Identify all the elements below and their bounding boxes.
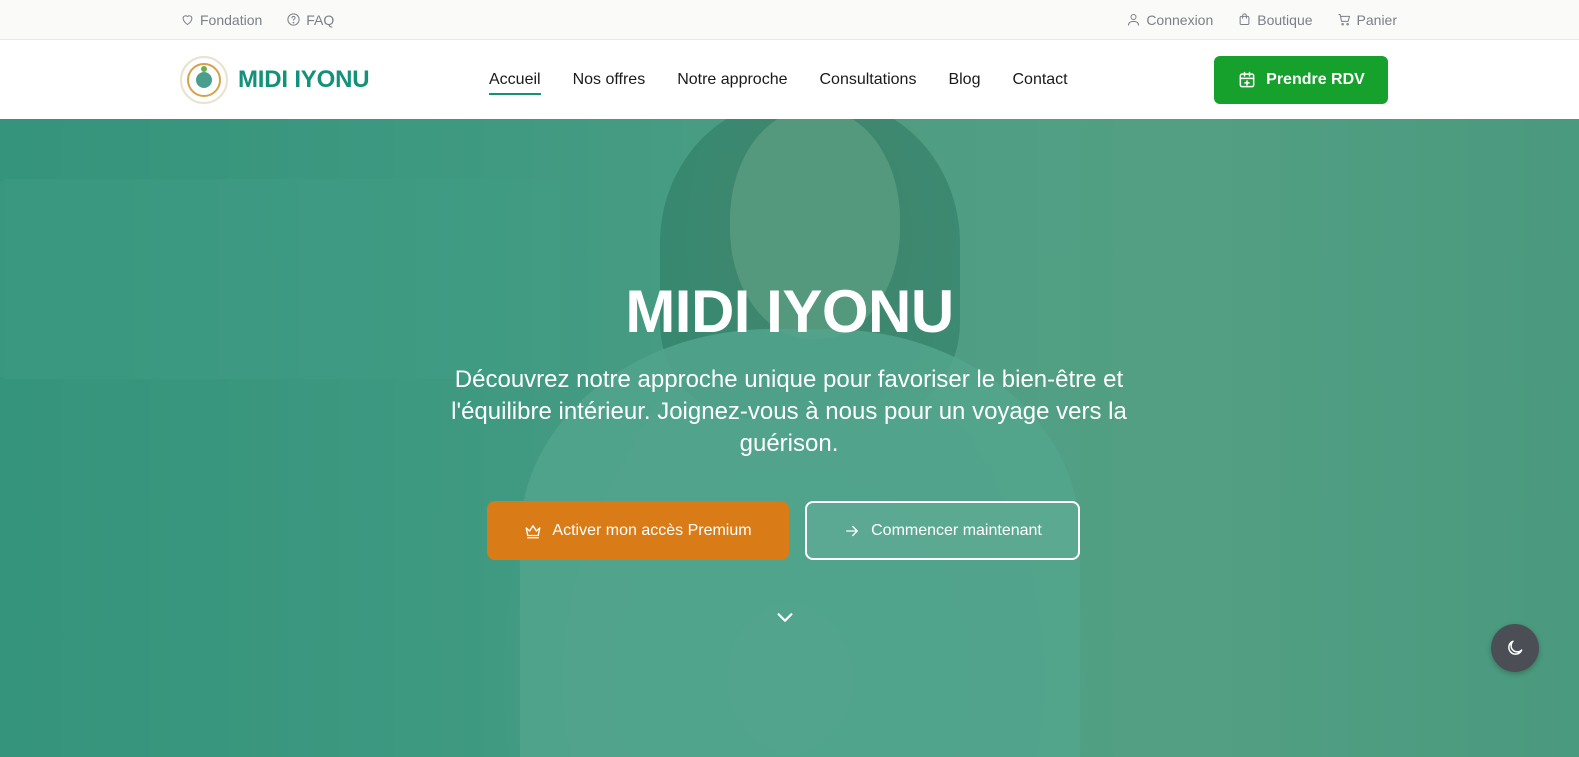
nav-item-nos-offres[interactable]: Nos offres <box>573 67 646 93</box>
nav-item-accueil[interactable]: Accueil <box>489 67 541 95</box>
logo-core <box>196 72 212 88</box>
top-utility-bar: Fondation FAQ Connexion Boutique Panier <box>0 0 1579 40</box>
panier-label: Panier <box>1356 11 1397 28</box>
brand-name: MIDI IYONU <box>238 66 370 93</box>
nav-item-blog[interactable]: Blog <box>948 67 980 93</box>
dark-mode-toggle[interactable] <box>1491 624 1539 672</box>
brand-home-link[interactable]: MIDI IYONU <box>180 55 370 105</box>
nav-item-contact[interactable]: Contact <box>1012 67 1067 93</box>
logo-leaf <box>201 66 207 72</box>
activate-premium-button[interactable]: Activer mon accès Premium <box>487 501 789 560</box>
hero-subtitle: Découvrez notre approche unique pour fav… <box>451 366 1127 457</box>
fondation-link[interactable]: Fondation <box>180 12 262 28</box>
faq-link[interactable]: FAQ <box>286 12 334 28</box>
help-circle-icon <box>287 13 300 26</box>
top-right-links: Connexion Boutique Panier <box>1126 12 1397 28</box>
activate-premium-label: Activer mon accès Premium <box>552 521 752 539</box>
start-now-button[interactable]: Commencer maintenant <box>805 501 1080 560</box>
arrow-right-icon <box>846 525 859 536</box>
moon-icon <box>1508 640 1523 655</box>
crown-icon <box>525 524 541 538</box>
nav-item-notre-approche[interactable]: Notre approche <box>677 67 787 93</box>
nav-item-consultations[interactable]: Consultations <box>820 67 917 93</box>
boutique-link[interactable]: Boutique <box>1237 11 1313 28</box>
main-nav: Accueil Nos offres Notre approche Consul… <box>489 40 1068 119</box>
book-appointment-button[interactable]: Prendre RDV <box>1214 56 1388 104</box>
chevron-down-icon <box>777 613 793 622</box>
shopping-bag-icon <box>1239 13 1250 25</box>
main-header: MIDI IYONU Accueil Nos offres Notre appr… <box>0 40 1579 119</box>
hero-title: MIDI IYONU <box>625 278 954 345</box>
faq-label: FAQ <box>306 11 335 28</box>
user-icon <box>1128 14 1140 26</box>
top-utility-bar-inner: Fondation FAQ Connexion Boutique Panier <box>180 0 1397 39</box>
top-left-links: Fondation FAQ <box>180 12 334 28</box>
boutique-label: Boutique <box>1257 11 1313 28</box>
panier-link[interactable]: Panier <box>1337 12 1397 28</box>
scroll-down-button[interactable] <box>774 606 796 628</box>
book-appointment-label: Prendre RDV <box>1266 71 1365 88</box>
brand-logo <box>180 56 228 104</box>
connexion-label: Connexion <box>1146 11 1214 28</box>
connexion-link[interactable]: Connexion <box>1126 12 1213 28</box>
hero-section: MIDI IYONU Découvrez notre approche uniq… <box>0 119 1579 757</box>
fondation-label: Fondation <box>200 11 263 28</box>
cart-icon <box>1337 14 1350 26</box>
start-now-label: Commencer maintenant <box>871 521 1042 539</box>
calendar-plus-icon <box>1239 71 1255 88</box>
heart-icon <box>182 15 193 25</box>
